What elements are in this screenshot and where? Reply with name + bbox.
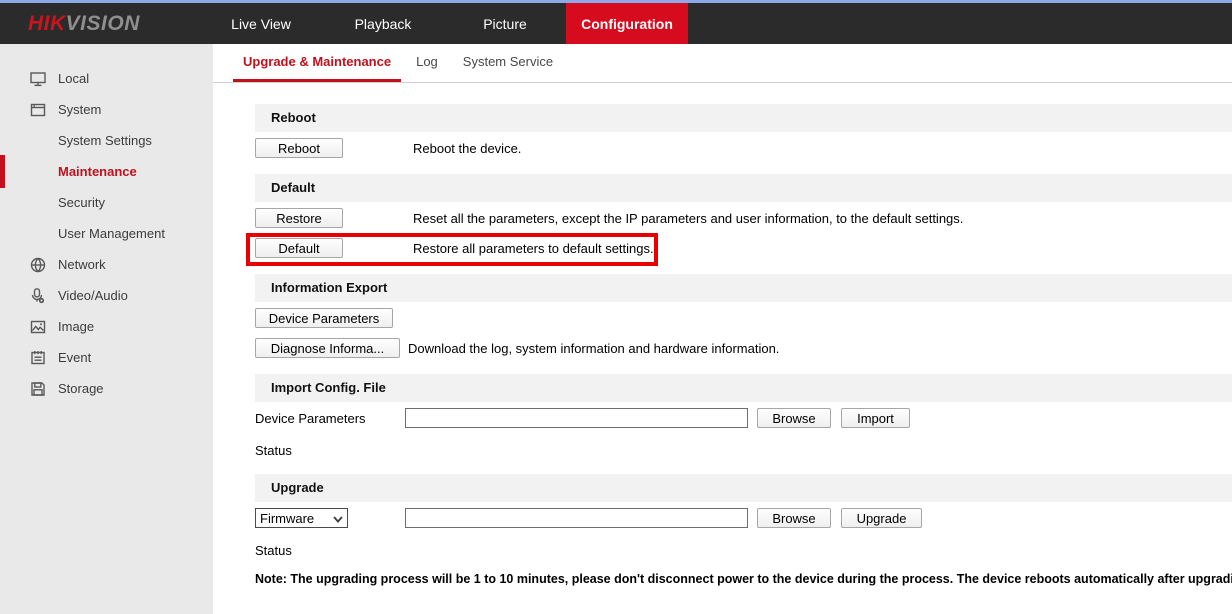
default-row: Default Restore all parameters to defaul… xyxy=(255,238,1232,258)
upgrade-type-select-wrap: Firmware xyxy=(255,508,348,528)
image-icon xyxy=(29,318,47,336)
section-header-import-config: Import Config. File xyxy=(255,374,1232,402)
import-status-label: Status xyxy=(255,443,292,458)
nav-tabs: Live ViewPlaybackPictureConfiguration xyxy=(200,3,688,44)
upgrade-status-label: Status xyxy=(255,543,292,558)
sidebar-item-label: Security xyxy=(58,195,105,210)
section-header-default: Default xyxy=(255,174,1232,202)
hikvision-logo: HIKVISION xyxy=(0,3,200,44)
nav-tab-configuration[interactable]: Configuration xyxy=(566,3,688,44)
note-icon xyxy=(29,349,47,367)
logo-vision: VISION xyxy=(66,12,140,36)
sidebar-item-label: User Management xyxy=(58,226,165,241)
upgrade-file-input[interactable] xyxy=(405,508,748,528)
section-header-upgrade: Upgrade xyxy=(255,474,1232,502)
top-nav: HIKVISION Live ViewPlaybackPictureConfig… xyxy=(0,3,1232,44)
browse-upgrade-button[interactable]: Browse xyxy=(757,508,831,528)
section-header-reboot: Reboot xyxy=(255,104,1232,132)
sidebar-item-local[interactable]: Local xyxy=(0,63,213,94)
sidebar-item-maintenance[interactable]: Maintenance xyxy=(0,156,213,187)
sidebar-item-label: Video/Audio xyxy=(58,288,128,303)
window-icon xyxy=(29,101,47,119)
sidebar-item-system[interactable]: System xyxy=(0,94,213,125)
sidebar-item-security[interactable]: Security xyxy=(0,187,213,218)
restore-row: Restore Reset all the parameters, except… xyxy=(255,208,1232,228)
restore-button[interactable]: Restore xyxy=(255,208,343,228)
monitor-icon xyxy=(29,70,47,88)
floppy-icon xyxy=(29,380,47,398)
sidebar-item-label: Local xyxy=(58,71,89,86)
sidebar-item-user-management[interactable]: User Management xyxy=(0,218,213,249)
device-parameters-field-label: Device Parameters xyxy=(255,411,405,426)
logo-hik: HIK xyxy=(28,12,66,36)
import-config-row: Device Parameters Browse Import xyxy=(255,408,1232,428)
sidebar: Local System System Settings Maintenance Sec… xyxy=(0,44,213,614)
diagnose-information-button[interactable]: Diagnose Informa... xyxy=(255,338,400,358)
device-parameters-export-row: Device Parameters xyxy=(255,308,1232,328)
sidebar-item-system-settings[interactable]: System Settings xyxy=(0,125,213,156)
reboot-description: Reboot the device. xyxy=(413,141,521,156)
sidebar-item-video-audio[interactable]: Video/Audio xyxy=(0,280,213,311)
hikvision-config-page: HIKVISION Live ViewPlaybackPictureConfig… xyxy=(0,0,1232,614)
import-file-input[interactable] xyxy=(405,408,748,428)
device-parameters-export-button[interactable]: Device Parameters xyxy=(255,308,393,328)
section-header-information-export: Information Export xyxy=(255,274,1232,302)
default-description: Restore all parameters to default settin… xyxy=(413,241,654,256)
sidebar-item-storage[interactable]: Storage xyxy=(0,373,213,404)
sidebar-item-image[interactable]: Image xyxy=(0,311,213,342)
nav-tab-live-view[interactable]: Live View xyxy=(200,3,322,44)
default-button[interactable]: Default xyxy=(255,238,343,258)
mic-icon xyxy=(29,287,47,305)
restore-description: Reset all the parameters, except the IP … xyxy=(413,211,963,226)
sections: Reboot Reboot Reboot the device. Default… xyxy=(213,104,1232,586)
import-button[interactable]: Import xyxy=(841,408,910,428)
tab-system-service[interactable]: System Service xyxy=(453,44,563,82)
import-status-row: Status xyxy=(255,440,1232,460)
nav-tab-picture[interactable]: Picture xyxy=(444,3,566,44)
nav-tab-playback[interactable]: Playback xyxy=(322,3,444,44)
sidebar-item-label: Image xyxy=(58,319,94,334)
upgrade-type-select[interactable]: Firmware xyxy=(255,508,348,528)
upgrade-row: Firmware Browse Upgrade xyxy=(255,508,1232,528)
content-tabs: Upgrade & MaintenanceLogSystem Service xyxy=(213,44,1232,83)
sidebar-item-event[interactable]: Event xyxy=(0,342,213,373)
diagnose-description: Download the log, system information and… xyxy=(408,341,779,356)
tab-upgrade-maintenance[interactable]: Upgrade & Maintenance xyxy=(233,44,401,82)
browse-import-button[interactable]: Browse xyxy=(757,408,831,428)
main-content: Upgrade & MaintenanceLogSystem Service R… xyxy=(213,44,1232,614)
sidebar-item-label: Storage xyxy=(58,381,104,396)
sidebar-item-label: System xyxy=(58,102,101,117)
sidebar-item-label: System Settings xyxy=(58,133,152,148)
reboot-button[interactable]: Reboot xyxy=(255,138,343,158)
diagnose-information-row: Diagnose Informa... Download the log, sy… xyxy=(255,338,1232,358)
sidebar-item-label: Event xyxy=(58,350,91,365)
upgrade-note: Note: The upgrading process will be 1 to… xyxy=(255,572,1232,586)
upgrade-button[interactable]: Upgrade xyxy=(841,508,922,528)
tab-log[interactable]: Log xyxy=(406,44,448,82)
sidebar-item-label: Network xyxy=(58,257,106,272)
upgrade-status-row: Status xyxy=(255,540,1232,560)
sidebar-item-label: Maintenance xyxy=(58,164,137,179)
reboot-row: Reboot Reboot the device. xyxy=(255,138,1232,158)
sidebar-item-network[interactable]: Network xyxy=(0,249,213,280)
globe-icon xyxy=(29,256,47,274)
